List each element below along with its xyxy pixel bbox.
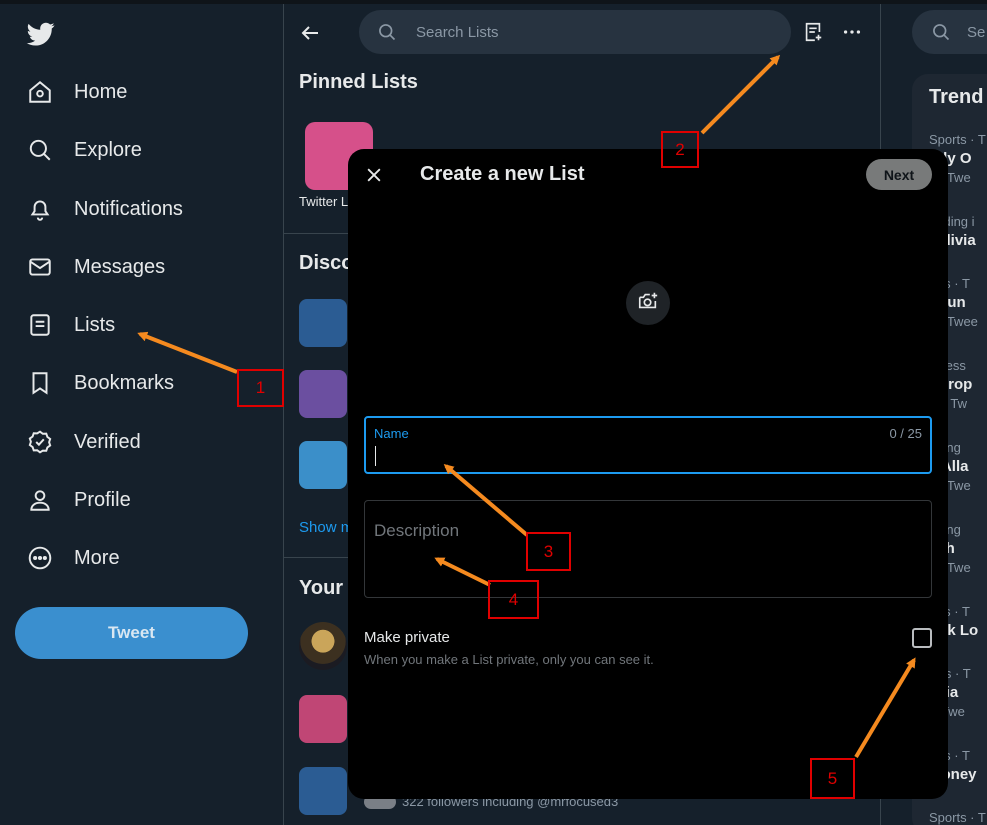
list-icon [26,311,54,339]
back-arrow-icon[interactable] [298,21,322,45]
pinned-list-label[interactable]: Twitter L [299,194,348,209]
show-more-link[interactable]: Show m [299,519,353,536]
nav-label-profile: Profile [74,488,131,511]
search-icon [26,136,54,164]
nav-item-home[interactable]: Home [26,72,127,112]
list-name-field[interactable]: Name 0 / 25 [364,416,932,474]
list-thumbnail[interactable] [299,767,347,815]
make-private-description: When you make a List private, only you c… [364,652,654,667]
make-private-checkbox[interactable] [912,628,932,648]
annotation-label-5: 5 [810,758,855,799]
avatar[interactable] [299,622,347,670]
description-placeholder: Description [374,521,460,540]
new-list-icon[interactable] [802,21,824,43]
search-placeholder: Se [967,23,986,41]
person-icon [26,486,54,514]
nav-item-profile[interactable]: Profile [26,480,131,520]
nav-item-explore[interactable]: Explore [26,130,142,170]
nav-label-explore: Explore [74,138,142,161]
nav-label-lists: Lists [74,313,116,336]
tweet-button[interactable]: Tweet [15,607,248,659]
bookmark-icon [26,369,54,397]
nav-item-verified[interactable]: Verified [26,422,141,462]
discover-lists-title: Disco [299,252,354,274]
search-icon [377,22,397,42]
nav-item-notifications[interactable]: Notifications [26,189,183,229]
nav-label-verified: Verified [74,430,141,453]
list-thumbnail[interactable] [299,370,347,418]
list-thumbnail[interactable] [299,441,347,489]
nav-item-bookmarks[interactable]: Bookmarks [26,363,174,403]
close-icon[interactable] [364,165,384,185]
envelope-icon [26,253,54,281]
more-circle-icon [26,544,54,572]
text-cursor [375,446,376,466]
list-thumbnail[interactable] [299,299,347,347]
nav-label-home: Home [74,80,128,103]
nav-label-messages: Messages [74,255,166,278]
search-icon [931,22,951,42]
nav-item-more[interactable]: More [26,538,120,578]
nav-item-lists[interactable]: Lists [26,305,115,345]
more-options-icon[interactable] [841,21,863,43]
name-field-label: Name [374,426,409,441]
search-placeholder: Search Lists [416,23,499,41]
annotation-label-2: 2 [661,131,699,168]
pinned-lists-title: Pinned Lists [299,71,418,93]
nav-label-notifications: Notifications [74,197,183,220]
trend-item[interactable]: Sports · T [929,810,986,825]
nav-label-bookmarks: Bookmarks [74,371,175,394]
modal-title: Create a new List [420,163,585,185]
make-private-label: Make private [364,629,450,646]
list-description-field[interactable]: Description [364,500,932,598]
search-lists-input[interactable]: Search Lists [359,10,791,54]
verified-icon [26,428,54,456]
annotation-label-1: 1 [237,369,284,407]
nav-label-more: More [74,546,120,569]
next-button[interactable]: Next [866,159,932,190]
create-list-modal: Create a new List Next Name 0 / 25 Descr… [348,149,948,799]
trend-category: Sports · T [929,132,986,147]
nav-item-messages[interactable]: Messages [26,247,165,287]
add-photo-button[interactable] [626,281,670,325]
bell-icon [26,195,54,223]
twitter-search-input[interactable]: Se [912,10,987,54]
trends-title: Trend [929,86,984,108]
your-lists-title: Your [299,577,344,599]
name-char-counter: 0 / 25 [889,426,922,441]
annotation-label-3: 3 [526,532,571,571]
twitter-logo-icon[interactable] [26,20,56,48]
camera-plus-icon [637,290,659,317]
annotation-label-4: 4 [488,580,539,619]
home-icon [26,78,54,106]
left-nav: Home Explore Notifications Messages List… [0,4,284,825]
list-thumbnail[interactable] [299,695,347,743]
trend-category: Sports · T [929,810,986,825]
